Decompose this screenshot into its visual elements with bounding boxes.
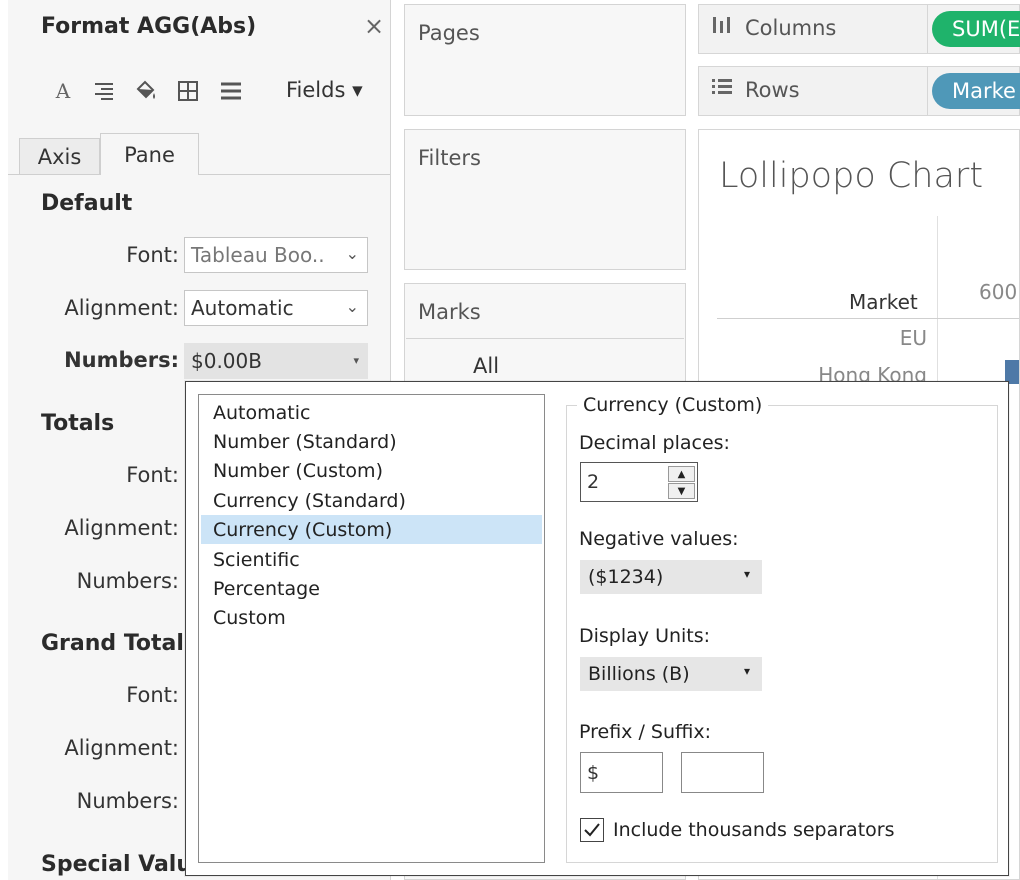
grand-totals-heading: Grand Totals [41, 631, 198, 656]
columns-shelf[interactable]: Columns SUM(E [698, 4, 1020, 54]
prefix-suffix-label: Prefix / Suffix: [579, 721, 712, 743]
prefix-input[interactable]: $ [580, 752, 663, 793]
lines-icon[interactable] [218, 78, 244, 104]
filters-shelf[interactable]: Filters [404, 129, 686, 270]
rows-icon [711, 77, 733, 102]
default-numbers-dropdown[interactable]: $0.00B ▾ [184, 343, 368, 379]
marks-card-title: Marks [418, 300, 481, 324]
format-option-automatic[interactable]: Automatic [201, 398, 542, 427]
shelf-divider [927, 5, 928, 53]
format-option-currency-custom[interactable]: Currency (Custom) [201, 515, 542, 544]
columns-icon [711, 15, 733, 40]
default-font-value: Tableau Boo.. [191, 243, 325, 267]
close-icon[interactable]: × [364, 12, 384, 40]
totals-heading: Totals [41, 411, 115, 436]
font-icon[interactable]: A [50, 78, 76, 104]
tab-axis[interactable]: Axis [19, 138, 100, 174]
default-numbers-value: $0.00B [191, 349, 262, 373]
format-option-currency-standard[interactable]: Currency (Standard) [201, 486, 542, 515]
fields-dropdown[interactable]: Fields ▾ [286, 78, 363, 102]
chevron-down-icon: ⌄ [345, 297, 359, 316]
market-column-header: Market [849, 290, 918, 314]
decimal-places-label: Decimal places: [579, 432, 730, 454]
rows-shelf[interactable]: Rows Marke [698, 66, 1020, 116]
pages-shelf[interactable]: Pages [404, 4, 686, 116]
spin-down-icon[interactable]: ▼ [668, 483, 695, 499]
default-font-label: Font: [126, 243, 179, 267]
view-title: Lollipopo Chart [719, 156, 984, 196]
default-alignment-dropdown[interactable]: Automatic ⌄ [184, 290, 368, 326]
number-format-list: Automatic Number (Standard) Number (Cust… [198, 394, 545, 863]
default-font-dropdown[interactable]: Tableau Boo.. ⌄ [184, 237, 368, 273]
thousands-separator-label: Include thousands separators [613, 819, 895, 841]
dropdown-arrow-icon: ▾ [353, 354, 359, 367]
grand-totals-numbers-label: Numbers: [76, 789, 179, 813]
borders-icon[interactable] [175, 78, 201, 104]
format-option-custom[interactable]: Custom [201, 603, 542, 632]
totals-font-label: Font: [126, 463, 179, 487]
default-alignment-label: Alignment: [64, 296, 179, 320]
format-option-scientific[interactable]: Scientific [201, 545, 542, 574]
totals-numbers-label: Numbers: [76, 569, 179, 593]
rows-shelf-label: Rows [745, 78, 800, 102]
options-group-title: Currency (Custom) [577, 394, 769, 416]
default-alignment-value: Automatic [191, 296, 294, 320]
negative-values-value: ($1234) [588, 566, 664, 588]
display-units-value: Billions (B) [588, 663, 690, 685]
grand-totals-alignment-label: Alignment: [64, 736, 179, 760]
negative-values-dropdown[interactable]: ($1234) ▾ [580, 560, 762, 594]
tab-baseline [8, 174, 390, 175]
checkmark-icon [584, 823, 600, 837]
shading-icon[interactable] [133, 78, 159, 104]
marks-all-tab[interactable]: All [473, 354, 499, 378]
marks-divider [406, 338, 684, 339]
totals-alignment-label: Alignment: [64, 516, 179, 540]
chevron-down-icon: ⌄ [345, 244, 359, 263]
display-units-label: Display Units: [579, 625, 711, 647]
format-option-number-standard[interactable]: Number (Standard) [201, 427, 542, 456]
columns-shelf-label: Columns [745, 16, 837, 40]
spin-up-icon[interactable]: ▲ [668, 466, 695, 482]
decimal-places-stepper: ▲ ▼ [668, 466, 697, 500]
negative-values-label: Negative values: [579, 528, 739, 550]
header-divider-horizontal [717, 318, 1019, 319]
format-option-number-custom[interactable]: Number (Custom) [201, 456, 542, 485]
tab-pane[interactable]: Pane [100, 133, 199, 175]
filters-shelf-title: Filters [418, 146, 481, 170]
axis-tick-label: 600 [979, 280, 1018, 304]
decimal-places-value: 2 [587, 471, 600, 493]
columns-pill[interactable]: SUM(E [932, 11, 1020, 47]
format-option-percentage[interactable]: Percentage [201, 574, 542, 603]
dropdown-arrow-icon: ▾ [743, 567, 750, 581]
currency-custom-options: Currency (Custom) Decimal places: 2 ▲ ▼ … [566, 394, 998, 863]
pages-shelf-title: Pages [418, 21, 480, 45]
align-icon[interactable] [91, 78, 117, 104]
default-heading: Default [41, 191, 133, 216]
grand-totals-font-label: Font: [126, 683, 179, 707]
shelf-divider [927, 67, 928, 115]
market-row-label: EU [899, 326, 927, 350]
dropdown-arrow-icon: ▾ [743, 664, 750, 678]
special-values-heading: Special Valu [41, 852, 193, 877]
thousands-separator-checkbox[interactable] [580, 818, 604, 842]
suffix-input[interactable] [681, 752, 764, 793]
prefix-value: $ [587, 761, 600, 784]
default-numbers-label: Numbers: [64, 348, 179, 372]
display-units-dropdown[interactable]: Billions (B) ▾ [580, 657, 762, 691]
format-pane-title: Format AGG(Abs) [41, 14, 257, 39]
rows-pill[interactable]: Marke [932, 73, 1020, 109]
number-format-popup: Automatic Number (Standard) Number (Cust… [185, 381, 1009, 876]
